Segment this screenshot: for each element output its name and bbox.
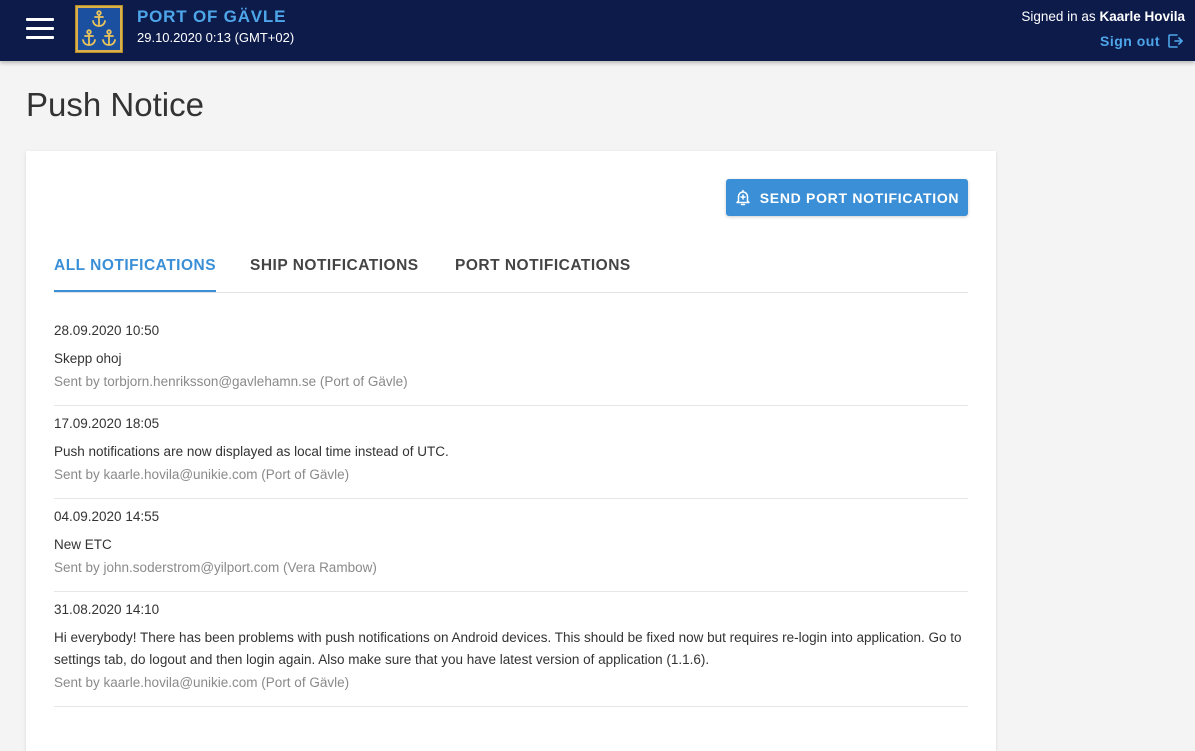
list-item: 31.08.2020 14:10 Hi everybody! There has… <box>54 592 968 707</box>
notification-tabs: ALL NOTIFICATIONS SHIP NOTIFICATIONS POR… <box>54 249 968 293</box>
send-port-notification-button[interactable]: SEND PORT NOTIFICATION <box>726 179 968 216</box>
sign-out-button[interactable]: Sign out <box>1100 33 1183 49</box>
bell-plus-icon <box>736 189 750 206</box>
notification-message: Hi everybody! There has been problems wi… <box>54 630 962 667</box>
sign-out-icon <box>1168 34 1183 48</box>
anchor-crest-logo <box>75 5 123 53</box>
port-name: PORT OF GÄVLE <box>137 7 287 26</box>
notification-date: 04.09.2020 14:55 <box>54 509 160 524</box>
notification-message: New ETC <box>54 537 112 552</box>
list-item: 28.09.2020 10:50 Skepp ohoj Sent by torb… <box>54 313 968 406</box>
notification-message: Skepp ohoj <box>54 351 122 366</box>
notification-date: 28.09.2020 10:50 <box>54 323 160 338</box>
port-datetime: 29.10.2020 0:13 (GMT+02) <box>137 30 295 45</box>
list-item: 17.09.2020 18:05 Push notifications are … <box>54 406 968 499</box>
user-name: Kaarle Hovila <box>1099 9 1185 24</box>
signed-in-prefix: Signed in as <box>1021 9 1096 24</box>
page-title: Push Notice <box>26 86 204 123</box>
tab-all-notifications[interactable]: ALL NOTIFICATIONS <box>54 257 217 292</box>
notification-date: 17.09.2020 18:05 <box>54 416 160 431</box>
top-bar: PORT OF GÄVLE 29.10.2020 0:13 (GMT+02) S… <box>0 0 1195 61</box>
tab-ship-notifications[interactable]: SHIP NOTIFICATIONS <box>250 257 419 292</box>
notification-list: 28.09.2020 10:50 Skepp ohoj Sent by torb… <box>54 313 968 707</box>
notification-sender: Sent by john.soderstrom@yilport.com (Ver… <box>54 560 377 575</box>
sign-out-label: Sign out <box>1100 33 1160 49</box>
send-port-notification-label: SEND PORT NOTIFICATION <box>759 189 960 206</box>
hamburger-menu-icon[interactable] <box>26 18 54 40</box>
tab-port-notifications[interactable]: PORT NOTIFICATIONS <box>455 257 631 292</box>
list-item: 04.09.2020 14:55 New ETC Sent by john.so… <box>54 499 968 592</box>
notification-message: Push notifications are now displayed as … <box>54 444 449 459</box>
notification-date: 31.08.2020 14:10 <box>54 602 160 617</box>
notifications-card: SEND PORT NOTIFICATION ALL NOTIFICATIONS… <box>26 151 996 751</box>
signed-in-status: Signed in as Kaarle Hovila <box>1021 9 1185 24</box>
notification-sender: Sent by torbjorn.henriksson@gavlehamn.se… <box>54 374 408 389</box>
notification-sender: Sent by kaarle.hovila@unikie.com (Port o… <box>54 467 350 482</box>
notification-sender: Sent by kaarle.hovila@unikie.com (Port o… <box>54 675 350 690</box>
